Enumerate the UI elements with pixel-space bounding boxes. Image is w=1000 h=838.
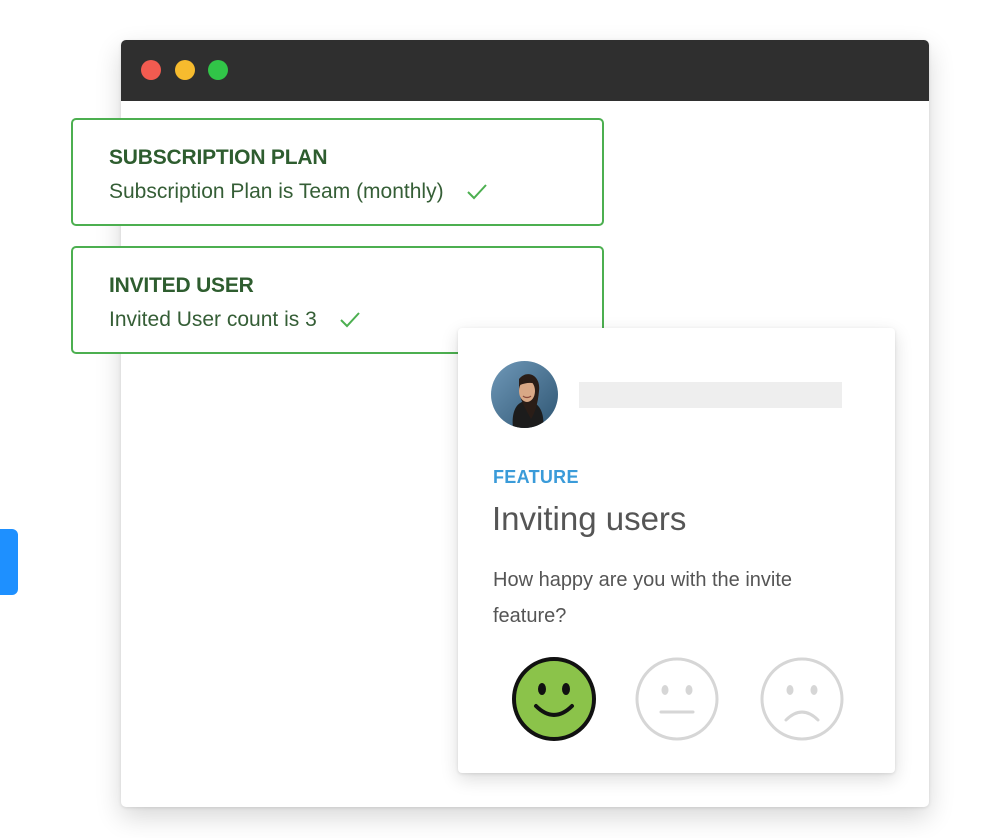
condition-title: SUBSCRIPTION PLAN <box>109 146 328 169</box>
page: SUBSCRIPTION PLAN Subscription Plan is T… <box>0 0 1000 838</box>
close-window-button[interactable] <box>141 60 161 80</box>
maximize-window-button[interactable] <box>208 60 228 80</box>
name-placeholder <box>579 382 842 408</box>
check-icon <box>466 184 487 200</box>
side-tab[interactable] <box>0 529 18 595</box>
condition-title: INVITED USER <box>109 274 254 297</box>
condition-text: Invited User count is 3 <box>109 308 317 331</box>
condition-text: Subscription Plan is Team (monthly) <box>109 180 444 203</box>
user-avatar <box>491 361 558 428</box>
window-titlebar <box>121 40 929 101</box>
minimize-window-button[interactable] <box>175 60 195 80</box>
sad-face-icon[interactable] <box>759 656 845 742</box>
condition-line: Invited User count is 3 <box>109 308 361 332</box>
check-icon <box>340 312 360 328</box>
survey-question: How happy are you with the invite featur… <box>493 569 793 627</box>
neutral-face-icon[interactable] <box>634 656 720 742</box>
condition-line: Subscription Plan is Team (monthly) <box>109 180 488 204</box>
feature-tag: FEATURE <box>493 467 579 487</box>
survey-card: FEATURE Inviting users How happy are you… <box>458 328 895 773</box>
avatar-image <box>491 361 558 428</box>
condition-card-subscription-plan: SUBSCRIPTION PLAN Subscription Plan is T… <box>71 118 604 226</box>
happy-face-icon[interactable] <box>511 656 597 742</box>
survey-title: Inviting users <box>492 500 687 537</box>
